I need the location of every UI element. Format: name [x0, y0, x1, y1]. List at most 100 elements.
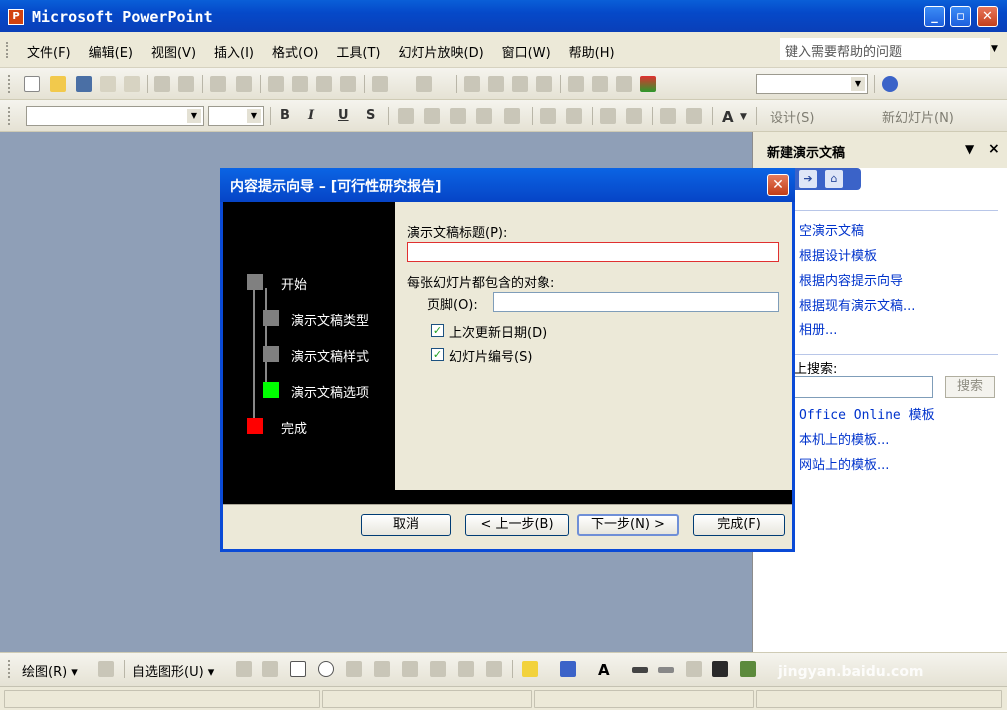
- zoom-combo[interactable]: ▼: [756, 74, 868, 94]
- task-pane-menu-button[interactable]: ▼: [965, 142, 974, 156]
- menu-file[interactable]: 文件(F): [18, 42, 80, 61]
- design-button[interactable]: 设计(S): [770, 107, 814, 126]
- grid-icon[interactable]: [616, 76, 632, 92]
- dialog-title-bar[interactable]: 内容提示向导 – [可行性研究报告] ✕: [220, 168, 795, 202]
- chevron-down-icon[interactable]: ▼: [740, 112, 747, 122]
- bullets-icon[interactable]: [566, 108, 582, 124]
- last-updated-checkbox[interactable]: ✓: [431, 324, 444, 337]
- bold-button[interactable]: B: [280, 108, 290, 123]
- format-painter-icon[interactable]: [340, 76, 356, 92]
- link-local-templates[interactable]: 本机上的模板...: [799, 429, 889, 448]
- menu-tools[interactable]: 工具(T): [327, 42, 389, 61]
- back-button[interactable]: < 上一步(B): [465, 514, 569, 536]
- minimize-button[interactable]: _: [924, 6, 945, 27]
- 3d-style-icon[interactable]: [740, 661, 756, 677]
- menu-insert[interactable]: 插入(I): [205, 42, 263, 61]
- insert-chart-icon[interactable]: [464, 76, 480, 92]
- toolbar-grip[interactable]: [8, 75, 11, 93]
- home-icon[interactable]: ⌂: [825, 170, 843, 188]
- toolbar-grip[interactable]: [8, 660, 11, 678]
- decrease-font-icon[interactable]: [626, 108, 642, 124]
- slide-number-checkbox[interactable]: ✓: [431, 348, 444, 361]
- tables-borders-icon[interactable]: [512, 76, 528, 92]
- link-existing-presentation[interactable]: 根据现有演示文稿...: [799, 295, 915, 314]
- paste-icon[interactable]: [316, 76, 332, 92]
- decrease-indent-icon[interactable]: [660, 108, 676, 124]
- forward-icon[interactable]: ➔: [799, 170, 817, 188]
- online-search-input[interactable]: [781, 376, 933, 398]
- open-folder-icon[interactable]: [50, 76, 66, 92]
- redo-icon[interactable]: [416, 76, 432, 92]
- menubar-grip[interactable]: [6, 42, 9, 58]
- step-presentation-style[interactable]: 演示文稿样式: [291, 346, 369, 365]
- restore-button[interactable]: ▫: [950, 6, 971, 27]
- new-slide-button[interactable]: 新幻灯片(N): [882, 107, 954, 126]
- line-color-icon[interactable]: [560, 661, 576, 677]
- menu-help[interactable]: 帮助(H): [560, 42, 624, 61]
- expand-all-icon[interactable]: [568, 76, 584, 92]
- toolbar-grip[interactable]: [8, 107, 11, 125]
- menu-edit[interactable]: 编辑(E): [80, 42, 142, 61]
- font-size-combo[interactable]: ▼: [208, 106, 264, 126]
- task-pane-close-button[interactable]: ×: [988, 141, 1000, 157]
- step-finish[interactable]: 完成: [281, 418, 307, 437]
- arrow-style-icon[interactable]: [686, 661, 702, 677]
- next-button[interactable]: 下一步(N) >: [577, 514, 679, 536]
- powerpoint-icon[interactable]: P: [8, 9, 24, 25]
- align-right-icon[interactable]: [450, 108, 466, 124]
- step-start[interactable]: 开始: [281, 274, 307, 293]
- align-left-icon[interactable]: [398, 108, 414, 124]
- print-icon[interactable]: [154, 76, 170, 92]
- print-preview-icon[interactable]: [178, 76, 194, 92]
- font-color-icon[interactable]: A: [598, 661, 610, 679]
- step-presentation-options[interactable]: 演示文稿选项: [291, 382, 369, 401]
- link-design-template[interactable]: 根据设计模板: [799, 245, 877, 264]
- finish-button[interactable]: 完成(F): [693, 514, 785, 536]
- oval-icon[interactable]: [318, 661, 334, 677]
- new-file-icon[interactable]: [24, 76, 40, 92]
- font-name-combo[interactable]: ▼: [26, 106, 204, 126]
- help-icon[interactable]: [882, 76, 898, 92]
- show-formatting-icon[interactable]: [592, 76, 608, 92]
- shadow-button[interactable]: S: [366, 108, 375, 123]
- cancel-button[interactable]: 取消: [361, 514, 451, 536]
- underline-button[interactable]: U: [338, 108, 349, 123]
- arrow-icon[interactable]: [262, 661, 278, 677]
- shadow-style-icon[interactable]: [712, 661, 728, 677]
- spelling-icon[interactable]: [210, 76, 226, 92]
- textbox-icon[interactable]: [346, 661, 362, 677]
- footer-input[interactable]: [493, 292, 779, 312]
- menu-slideshow[interactable]: 幻灯片放映(D): [390, 42, 493, 61]
- insert-hyperlink-icon[interactable]: [536, 76, 552, 92]
- permission-icon[interactable]: [100, 76, 116, 92]
- copy-icon[interactable]: [292, 76, 308, 92]
- slide-number-label[interactable]: 幻灯片编号(S): [449, 346, 532, 365]
- dialog-close-button[interactable]: ✕: [767, 174, 789, 196]
- clipart-icon[interactable]: [458, 661, 474, 677]
- dash-style-icon[interactable]: [658, 667, 674, 673]
- link-photo-album[interactable]: 相册...: [799, 319, 837, 338]
- link-blank-presentation[interactable]: 空演示文稿: [799, 220, 864, 239]
- fill-color-icon[interactable]: [522, 661, 538, 677]
- draw-menu-button[interactable]: 绘图(R) ▾: [22, 661, 78, 680]
- presentation-title-input[interactable]: [407, 242, 779, 262]
- menu-view[interactable]: 视图(V): [142, 42, 205, 61]
- link-office-online-templates[interactable]: Office Online 模板: [799, 404, 935, 423]
- menu-window[interactable]: 窗口(W): [493, 42, 560, 61]
- autoshapes-menu-button[interactable]: 自选图形(U) ▾: [132, 661, 214, 680]
- chevron-down-icon[interactable]: ▼: [991, 44, 998, 54]
- help-search-input[interactable]: 键入需要帮助的问题: [780, 38, 990, 60]
- close-window-button[interactable]: ✕: [977, 6, 998, 27]
- wordart-icon[interactable]: [402, 661, 418, 677]
- line-style-icon[interactable]: [632, 667, 648, 673]
- cut-icon[interactable]: [268, 76, 284, 92]
- select-objects-icon[interactable]: [98, 661, 114, 677]
- picture-icon[interactable]: [486, 661, 502, 677]
- email-icon[interactable]: [124, 76, 140, 92]
- italic-button[interactable]: I: [308, 108, 314, 123]
- research-icon[interactable]: [236, 76, 252, 92]
- rectangle-icon[interactable]: [290, 661, 306, 677]
- align-center-icon[interactable]: [424, 108, 440, 124]
- vertical-textbox-icon[interactable]: [374, 661, 390, 677]
- increase-indent-icon[interactable]: [686, 108, 702, 124]
